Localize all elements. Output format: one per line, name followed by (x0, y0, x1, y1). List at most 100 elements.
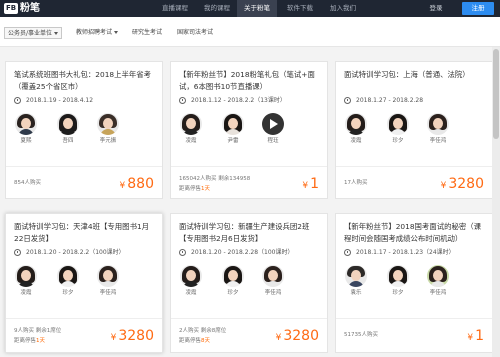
teacher: 凌霞 (342, 113, 370, 145)
teacher-name: 程珏 (267, 138, 279, 144)
course-price: ¥3280 (441, 175, 484, 195)
teacher: 吾四 (54, 113, 82, 145)
price-value: 1 (475, 328, 484, 344)
course-title: 【新年粉丝节】2018国考面试的秘密（课程时间会随国考成绩公布时间机动） (344, 222, 482, 243)
teacher: 李元振 (94, 113, 122, 145)
category-graduate-exam[interactable]: 研究生考试 (132, 27, 162, 39)
course-dates-text: 2018.1.20 - 2018.2.28（100课时） (191, 249, 294, 256)
video-thumbnail[interactable] (262, 113, 284, 135)
category-teacher-recruitment[interactable]: 教师招聘考试 (76, 27, 119, 39)
teacher-list: 凌霞 珍夕 李佳鸿 (171, 265, 327, 309)
nav-about[interactable]: 关于粉笔 (237, 0, 277, 17)
teacher-name: 李佳鸿 (429, 138, 447, 144)
course-card[interactable]: 面试特训学习包：天津4班【专用图书1月22日发货】 2018.1.20 - 20… (5, 213, 163, 353)
course-dates-text: 2018.1.20 - 2018.2.2（100课时） (26, 249, 125, 256)
course-title: 面试特训学习包：新疆生产建设兵团2班【专用图书2月6日发货】 (179, 222, 310, 243)
course-price: ¥3280 (111, 327, 154, 347)
course-title: 【新年粉丝节】2018粉笔礼包（笔试+面试，6本图书10节直播课） (179, 70, 315, 91)
teacher-avatar (97, 113, 119, 135)
clock-icon (179, 97, 186, 104)
clock-icon (179, 249, 186, 256)
teacher: 珍夕 (384, 265, 412, 297)
teacher-name: 夏熙 (20, 138, 32, 144)
category-filter-bar: 公务员/事业单位 教师招聘考试 研究生考试 国家司法考试 (0, 17, 500, 47)
teacher-name: 袁乐 (350, 290, 362, 296)
teacher-name: 珍夕 (62, 290, 74, 296)
sale-countdown: 距离停售8天 (179, 337, 210, 345)
nav-join-us[interactable]: 加入我们 (322, 0, 364, 17)
teacher-name: 李元振 (99, 138, 117, 144)
logo-mark: FB (4, 3, 18, 14)
category-dropdown[interactable]: 公务员/事业单位 (4, 27, 63, 39)
countdown-prefix: 距离停售 (14, 338, 37, 344)
currency-symbol: ¥ (119, 181, 126, 191)
top-nav-bar: FB 粉笔 直播课程 我的课程 关于粉笔 软件下载 加入我们 登录 注册 (0, 0, 500, 17)
course-footer: 165042人购买 剩余134958 距离停售1天 ¥1 (171, 166, 327, 199)
teacher-avatar (345, 113, 367, 135)
teacher-avatar (427, 265, 449, 287)
teacher-name: 李佳鸿 (99, 290, 117, 296)
course-dates: 2018.1.17 - 2018.1.23（24课时） (344, 248, 455, 257)
course-dates: 2018.1.20 - 2018.2.2（100课时） (14, 248, 125, 257)
teacher-name: 凌霞 (185, 290, 197, 296)
nav-download[interactable]: 软件下载 (280, 0, 320, 17)
clock-icon (344, 249, 351, 256)
buyer-count: 165042人购买 剩余134958 (179, 176, 251, 182)
nav-live-courses[interactable]: 直播课程 (155, 0, 195, 17)
teacher: 夏熙 (12, 113, 40, 145)
teacher-avatar (262, 265, 284, 287)
course-footer: 9人购买 剩余1席位 距离停售1天 ¥3280 (6, 318, 162, 353)
course-card[interactable]: 笔试系统班图书大礼包：2018上半年省考（覆盖25个省区市） 2018.1.19… (5, 61, 163, 199)
countdown-prefix: 距离停售 (179, 186, 202, 192)
teacher-avatar (222, 265, 244, 287)
teacher-avatar (345, 265, 367, 287)
currency-symbol: ¥ (440, 181, 447, 191)
category-label: 教师招聘考试 (76, 29, 113, 36)
currency-symbol: ¥ (302, 181, 309, 191)
teacher: 李佳鸿 (424, 113, 452, 145)
course-card[interactable]: 【新年粉丝节】2018粉笔礼包（笔试+面试，6本图书10节直播课） 2018.1… (170, 61, 328, 199)
course-footer: 17人购买 ¥3280 (336, 166, 492, 199)
course-card[interactable]: 【新年粉丝节】2018国考面试的秘密（课程时间会随国考成绩公布时间机动） 201… (335, 213, 493, 353)
teacher-name: 凌霞 (20, 290, 32, 296)
price-value: 3280 (448, 176, 484, 192)
category-judicial-exam[interactable]: 国家司法考试 (177, 27, 213, 39)
teacher[interactable]: 程珏 (259, 113, 287, 145)
scrollbar-thumb[interactable] (493, 49, 499, 139)
course-dates: 2018.1.12 - 2018.2.2（13课时） (179, 96, 286, 105)
logo[interactable]: FB 粉笔 (4, 2, 40, 15)
course-card[interactable]: 面试特训学习包：上海（普通、法院） 2018.1.27 - 2018.2.28 … (335, 61, 493, 199)
teacher: 尹雷 (219, 113, 247, 145)
buyer-count: 854人购买 (14, 180, 41, 186)
clock-icon (344, 97, 351, 104)
currency-symbol: ¥ (110, 333, 117, 343)
course-dates-text: 2018.1.27 - 2018.2.28 (356, 97, 424, 104)
course-card[interactable]: 面试特训学习包：新疆生产建设兵团2班【专用图书2月6日发货】 2018.1.20… (170, 213, 328, 353)
course-dates-text: 2018.1.19 - 2018.4.12 (26, 97, 94, 104)
teacher-name: 珍夕 (392, 290, 404, 296)
teacher: 凌霞 (12, 265, 40, 297)
register-button[interactable]: 注册 (462, 2, 494, 15)
course-dates: 2018.1.19 - 2018.4.12 (14, 96, 93, 105)
buyer-count: 51735人购买 (344, 332, 378, 338)
teacher-avatar (180, 265, 202, 287)
login-link[interactable]: 登录 (426, 2, 446, 15)
course-title: 面试特训学习包：天津4班【专用图书1月22日发货】 (14, 222, 150, 243)
course-title: 笔试系统班图书大礼包：2018上半年省考（覆盖25个省区市） (14, 70, 152, 91)
teacher-avatar (57, 265, 79, 287)
nav-my-courses[interactable]: 我的课程 (197, 0, 237, 17)
countdown-prefix: 距离停售 (179, 338, 202, 344)
teacher-name: 李佳鸿 (264, 290, 282, 296)
teacher-avatar (427, 113, 449, 135)
teacher-avatar (57, 113, 79, 135)
countdown-value: 1天 (201, 186, 211, 192)
sale-countdown: 距离停售1天 (14, 337, 45, 345)
teacher: 凌霞 (177, 265, 205, 297)
chevron-down-icon (114, 31, 119, 34)
price-value: 3280 (283, 328, 319, 344)
price-value: 880 (127, 176, 154, 192)
logo-text: 粉笔 (20, 3, 40, 14)
course-price: ¥880 (120, 175, 154, 195)
page-scrollbar[interactable] (492, 47, 500, 357)
sale-countdown: 距离停售1天 (179, 185, 210, 193)
